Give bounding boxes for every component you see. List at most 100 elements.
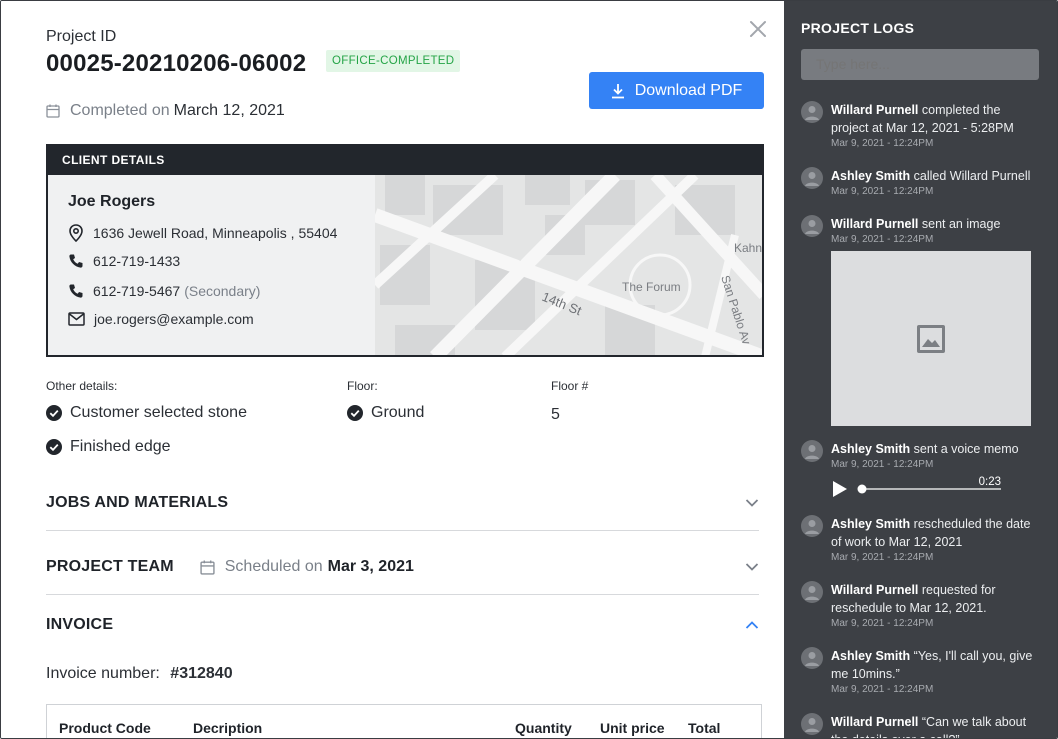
- shared-image-thumbnail[interactable]: [831, 251, 1031, 426]
- column-header-quantity[interactable]: Quantity: [515, 720, 572, 736]
- log-time: Mar 9, 2021 - 12:24PM: [831, 234, 934, 245]
- invoice-number: #312840: [170, 665, 233, 682]
- other-detail-label: Customer selected stone: [70, 404, 247, 421]
- log-entry: Ashley Smith “Yes, I'll call you, give m…: [801, 647, 1041, 695]
- log-message-input[interactable]: [801, 49, 1039, 80]
- other-details-label: Other details:: [46, 379, 118, 393]
- check-circle-icon: [347, 405, 363, 421]
- calendar-icon: [200, 560, 215, 575]
- invoice-title: INVOICE: [46, 616, 114, 633]
- client-phone-secondary-row: 612-719-5467 (Secondary): [68, 283, 260, 299]
- avatar: [801, 647, 823, 669]
- log-user: Ashley Smith: [831, 649, 911, 663]
- project-team-section[interactable]: PROJECT TEAM Scheduled on Mar 3, 2021: [46, 552, 759, 582]
- avatar: [801, 713, 823, 735]
- user-icon: [805, 445, 819, 459]
- log-time: Mar 9, 2021 - 12:24PM: [831, 618, 934, 629]
- log-time: Mar 9, 2021 - 12:24PM: [831, 459, 934, 470]
- log-user: Willard Purnell: [831, 715, 919, 729]
- column-header-description[interactable]: Decription: [193, 720, 262, 736]
- jobs-materials-title: JOBS AND MATERIALS: [46, 494, 229, 511]
- chevron-down-icon[interactable]: [745, 563, 759, 572]
- column-header-product-code[interactable]: Product Code: [59, 720, 151, 736]
- section-divider: [46, 594, 759, 595]
- client-phone-secondary[interactable]: 612-719-5467: [93, 283, 180, 299]
- status-badge: OFFICE-COMPLETED: [326, 50, 461, 72]
- invoice-number-row: Invoice number: #312840: [46, 665, 233, 683]
- user-icon: [805, 520, 819, 534]
- user-icon: [805, 106, 819, 120]
- map-label-street3: Kahn: [734, 241, 762, 255]
- client-address: 1636 Jewell Road, Minneapolis , 55404: [93, 225, 338, 241]
- phone-icon: [69, 284, 83, 298]
- client-phone-primary[interactable]: 612-719-1433: [93, 253, 180, 269]
- client-name: Joe Rogers: [68, 193, 156, 210]
- user-icon: [805, 220, 819, 234]
- scheduled-date: Mar 3, 2021: [327, 558, 414, 575]
- close-icon[interactable]: [747, 18, 769, 40]
- client-email[interactable]: joe.rogers@example.com: [94, 311, 254, 327]
- check-circle-icon: [46, 405, 62, 421]
- log-time: Mar 9, 2021 - 12:24PM: [831, 684, 934, 695]
- log-entry: Willard Purnell “Can we talk about the d…: [801, 713, 1041, 738]
- mail-icon: [68, 312, 85, 326]
- play-icon[interactable]: [833, 481, 847, 497]
- image-icon: [917, 324, 945, 353]
- user-icon: [805, 718, 819, 732]
- user-icon: [805, 172, 819, 186]
- user-icon: [805, 652, 819, 666]
- map-label-place: The Forum: [622, 280, 681, 294]
- other-detail-item: Finished edge: [46, 438, 171, 456]
- log-user: Willard Purnell: [831, 583, 919, 597]
- invoice-table: Product Code Decription Quantity Unit pr…: [46, 704, 762, 738]
- avatar: [801, 440, 823, 462]
- log-entry: Willard Purnell sent an image Mar 9, 202…: [801, 215, 1041, 426]
- floor-value-row: Ground: [347, 404, 424, 422]
- log-text: Willard Purnell sent an image: [831, 215, 1041, 233]
- avatar: [801, 515, 823, 537]
- location-pin-icon: [69, 224, 83, 242]
- client-details-header: CLIENT DETAILS: [48, 146, 762, 175]
- log-entry: Ashley Smith called Willard Purnell Mar …: [801, 167, 1041, 197]
- download-icon: [611, 83, 624, 98]
- floor-number-value: 5: [551, 406, 560, 423]
- client-email-row: joe.rogers@example.com: [68, 311, 254, 327]
- project-logs-title: PROJECT LOGS: [801, 20, 915, 36]
- chevron-down-icon[interactable]: [745, 499, 759, 508]
- log-text: Willard Purnell completed the project at…: [831, 101, 1041, 137]
- other-detail-label: Finished edge: [70, 438, 171, 455]
- avatar: [801, 101, 823, 123]
- floor-number-label: Floor #: [551, 379, 589, 393]
- secondary-tag: (Secondary): [184, 283, 261, 299]
- voice-progress-handle[interactable]: [857, 484, 867, 494]
- column-header-unit-price[interactable]: Unit price: [600, 720, 665, 736]
- log-entry: Ashley Smith rescheduled the date of wor…: [801, 515, 1041, 563]
- project-team-title: PROJECT TEAM: [46, 558, 174, 575]
- voice-memo-player[interactable]: 0:23: [831, 473, 1003, 505]
- log-time: Mar 9, 2021 - 12:24PM: [831, 138, 934, 149]
- download-pdf-label: Download PDF: [634, 81, 743, 99]
- log-entry: Willard Purnell completed the project at…: [801, 101, 1041, 149]
- project-id: 00025-20210206-06002: [46, 50, 307, 77]
- log-text: Willard Purnell requested for reschedule…: [831, 581, 1041, 617]
- jobs-materials-section[interactable]: JOBS AND MATERIALS: [46, 488, 759, 518]
- floor-value: Ground: [371, 404, 425, 421]
- completed-date: March 12, 2021: [173, 102, 285, 119]
- chevron-up-icon[interactable]: [745, 621, 759, 630]
- voice-duration: 0:23: [979, 476, 1001, 488]
- project-main-panel: Project ID 00025-20210206-06002 OFFICE-C…: [1, 1, 784, 738]
- log-text: Ashley Smith “Yes, I'll call you, give m…: [831, 647, 1041, 683]
- section-divider: [46, 530, 759, 531]
- log-user: Willard Purnell: [831, 217, 919, 231]
- client-details-card: CLIENT DETAILS Joe Rogers 1636 Jewell Ro…: [46, 144, 764, 357]
- log-user: Ashley Smith: [831, 517, 911, 531]
- invoice-section[interactable]: INVOICE: [46, 610, 759, 640]
- location-map[interactable]: The Forum 14th St San Pablo Av Kahn: [375, 175, 764, 357]
- log-text: Willard Purnell “Can we talk about the d…: [831, 713, 1041, 738]
- floor-label: Floor:: [347, 379, 378, 393]
- download-pdf-button[interactable]: Download PDF: [589, 72, 764, 109]
- column-header-total[interactable]: Total: [688, 720, 720, 736]
- log-message: called Willard Purnell: [910, 169, 1031, 183]
- avatar: [801, 581, 823, 603]
- invoice-number-label: Invoice number:: [46, 665, 160, 682]
